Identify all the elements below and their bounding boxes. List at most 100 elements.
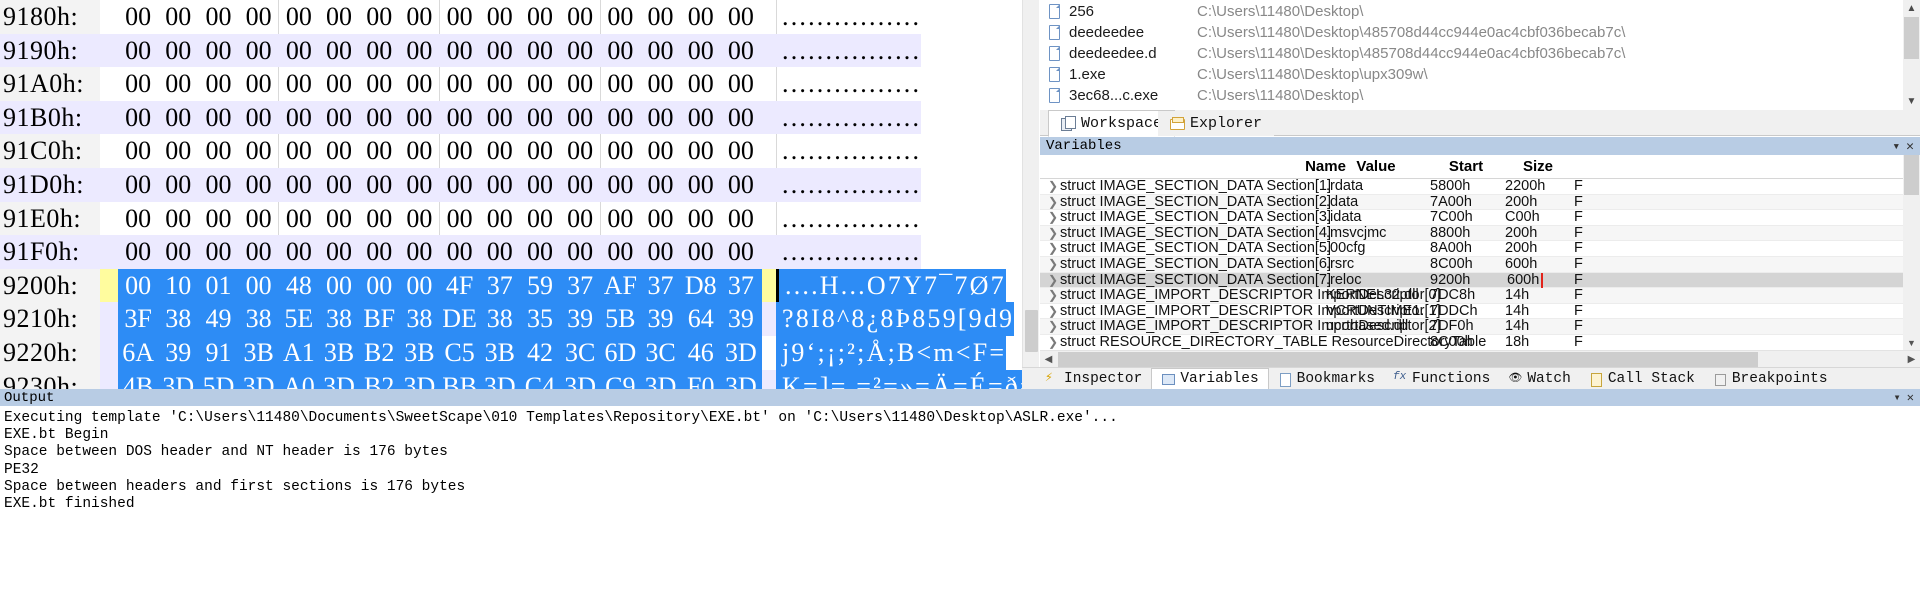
hex-byte[interactable]: 00 (239, 202, 279, 236)
tab-explorer[interactable]: Explorer (1158, 111, 1275, 136)
hex-byte[interactable]: BF (359, 302, 399, 336)
hex-byte[interactable]: 00 (640, 134, 680, 168)
hex-byte-group[interactable]: 00 00 00 00 00 00 00 00 00 00 00 00 00 00 00 00 (118, 235, 762, 269)
hex-byte[interactable]: 00 (440, 34, 480, 68)
hex-byte[interactable]: 00 (158, 101, 198, 135)
hex-byte[interactable]: 00 (560, 235, 600, 269)
hex-byte-group[interactable]: 00 00 00 00 00 00 00 00 00 00 00 00 00 00 00 00 (118, 134, 762, 168)
hex-byte[interactable]: 00 (600, 0, 640, 34)
hex-byte[interactable]: 00 (319, 134, 359, 168)
table-row[interactable]: ❯ struct IMAGE_SECTION_DATA Section[4] .ms… (1040, 225, 1920, 242)
hex-row[interactable]: 9220h: 6A 39 91 3B A1 3B B2 3B C5 3B 42 3C 6D 3C 46 3D j9… (0, 335, 1022, 370)
hex-byte[interactable]: 00 (440, 101, 480, 135)
table-row[interactable]: ❯ struct IMAGE_SECTION_DATA Section[6] .rs… (1040, 256, 1920, 273)
hex-row[interactable]: 91B0h: 00 00 00 00 00 00 00 00 00 00 00 00 00 00 00 00..… (0, 100, 1022, 135)
hex-byte[interactable]: 00 (600, 101, 640, 135)
table-row[interactable]: ❯ struct IMAGE_IMPORT_DESCRIPTOR ImportDe… (1040, 319, 1920, 335)
tab-bookmarks[interactable]: Bookmarks (1269, 368, 1384, 389)
hex-byte[interactable]: 38 (480, 302, 520, 336)
hex-byte[interactable]: 00 (198, 168, 238, 202)
hex-byte[interactable]: 00 (359, 269, 399, 303)
hex-byte[interactable]: 46 (681, 336, 721, 370)
hex-byte[interactable]: 00 (721, 134, 761, 168)
hex-byte[interactable]: 00 (480, 101, 520, 135)
hex-byte[interactable]: 5E (279, 302, 319, 336)
hex-byte[interactable]: 5B (600, 302, 640, 336)
hex-byte[interactable]: 00 (560, 134, 600, 168)
hex-byte[interactable]: 00 (279, 67, 319, 101)
hex-byte[interactable]: 00 (118, 235, 158, 269)
hex-byte[interactable]: 00 (520, 67, 560, 101)
variables-horizontal-scrollbar[interactable]: ◀ ▶ (1040, 350, 1920, 367)
variables-vertical-scrollbar[interactable]: ▲ ▼ (1903, 155, 1920, 350)
variable-name-cell[interactable]: ❯ struct IMAGE_SECTION_DATA Section[4] (1048, 226, 1331, 242)
hex-byte[interactable]: 39 (640, 302, 680, 336)
list-item[interactable]: 1.exe C:\Users\11480\Desktop\upx309w\ (1040, 64, 1920, 85)
hex-byte[interactable]: 37 (640, 269, 680, 303)
hex-byte[interactable]: 00 (560, 34, 600, 68)
hex-byte[interactable]: 00 (399, 34, 439, 68)
hex-ascii[interactable]: ................ (776, 167, 922, 202)
tab-inspector[interactable]: Inspector (1036, 368, 1151, 389)
table-row[interactable]: ❯ struct IMAGE_SECTION_DATA Section[7] .re… (1040, 272, 1920, 289)
hex-byte[interactable]: 00 (198, 235, 238, 269)
hex-byte[interactable]: 00 (239, 269, 279, 303)
chevron-right-icon[interactable]: ❯ (1048, 304, 1060, 320)
hex-byte[interactable]: 00 (480, 34, 520, 68)
hex-byte[interactable]: A1 (279, 336, 319, 370)
hex-byte[interactable]: 6D (600, 336, 640, 370)
hex-row[interactable]: 91A0h: 00 00 00 00 00 00 00 00 00 00 00 00 00 00 00 00..… (0, 67, 1022, 101)
hex-byte[interactable]: 00 (158, 67, 198, 101)
variable-name-cell[interactable]: ❯ struct IMAGE_SECTION_DATA Section[3] (1048, 210, 1331, 226)
variables-scroll-thumb[interactable] (1904, 155, 1919, 195)
hex-byte-group[interactable]: 00 10 01 00 48 00 00 00 4F 37 59 37 AF 37 D8 37 (118, 268, 762, 303)
hex-byte[interactable]: 39 (721, 302, 761, 336)
hex-byte[interactable]: 00 (158, 34, 198, 68)
hex-byte[interactable]: 00 (520, 235, 560, 269)
scroll-down-icon[interactable]: ▼ (1903, 93, 1920, 110)
chevron-right-icon[interactable]: ❯ (1048, 226, 1060, 242)
chevron-right-icon[interactable]: ❯ (1048, 210, 1060, 226)
hex-byte[interactable]: 00 (118, 168, 158, 202)
hex-row[interactable]: 9190h: 00 00 00 00 00 00 00 00 00 00 00 00 00 00 00 00..… (0, 33, 1022, 68)
hex-byte[interactable]: 00 (681, 67, 721, 101)
hex-ascii[interactable]: j9‘;¡;²;Å;B<m<F= (776, 335, 1007, 370)
hex-byte[interactable]: 00 (640, 101, 680, 135)
tab-variables[interactable]: Variables (1151, 367, 1269, 390)
hex-byte[interactable]: 00 (681, 168, 721, 202)
hex-byte[interactable]: 00 (239, 101, 279, 135)
hex-byte[interactable]: 00 (319, 0, 359, 34)
hex-byte[interactable]: 00 (440, 67, 480, 101)
hex-byte[interactable]: 00 (721, 67, 761, 101)
list-item[interactable]: 3ec68...c.exe C:\Users\11480\Desktop\ (1040, 85, 1920, 106)
chevron-right-icon[interactable]: ❯ (1048, 319, 1060, 335)
hex-byte[interactable]: 00 (560, 168, 600, 202)
hex-byte[interactable]: 00 (399, 235, 439, 269)
hex-byte[interactable]: 38 (239, 302, 279, 336)
hex-byte-group[interactable]: 00 00 00 00 00 00 00 00 00 00 00 00 00 00 00 00 (118, 202, 762, 236)
hex-byte[interactable]: 00 (640, 34, 680, 68)
scroll-left-icon[interactable]: ◀ (1040, 351, 1057, 368)
hex-byte[interactable]: 00 (279, 0, 319, 34)
hex-byte[interactable]: 3B (399, 336, 439, 370)
hex-byte-group[interactable]: 00 00 00 00 00 00 00 00 00 00 00 00 00 00 00 00 (118, 167, 762, 202)
hex-byte[interactable]: 00 (279, 101, 319, 135)
hex-byte[interactable]: 4F (440, 269, 480, 303)
hex-byte-group[interactable]: 00 00 00 00 00 00 00 00 00 00 00 00 00 00 00 00 (118, 100, 762, 135)
hex-byte[interactable]: AF (600, 269, 640, 303)
variable-name-cell[interactable]: ❯ struct IMAGE_SECTION_DATA Section[7] (1048, 273, 1331, 289)
chevron-right-icon[interactable]: ❯ (1048, 179, 1060, 195)
hex-byte[interactable]: 00 (520, 0, 560, 34)
hex-byte[interactable]: 37 (721, 269, 761, 303)
hex-byte[interactable]: 3F (118, 302, 158, 336)
hex-byte[interactable]: 00 (158, 202, 198, 236)
hex-byte[interactable]: 00 (359, 101, 399, 135)
hex-row[interactable]: 9200h: 00 10 01 00 48 00 00 00 4F 37 59 37 AF 37 D8 37..… (0, 268, 1022, 303)
output-console[interactable]: Executing template 'C:\Users\11480\Docum… (0, 406, 1920, 605)
tab-workspace[interactable]: Workspace (1048, 110, 1176, 137)
hex-byte[interactable]: 00 (118, 34, 158, 68)
hex-byte[interactable]: 00 (440, 134, 480, 168)
hex-byte[interactable]: 00 (440, 235, 480, 269)
table-row[interactable]: ❯ struct IMAGE_SECTION_DATA Section[1] .rd… (1040, 179, 1920, 195)
explorer-file-list[interactable]: 256 C:\Users\11480\Desktop\ deedeedee C:\Us… (1040, 0, 1920, 110)
